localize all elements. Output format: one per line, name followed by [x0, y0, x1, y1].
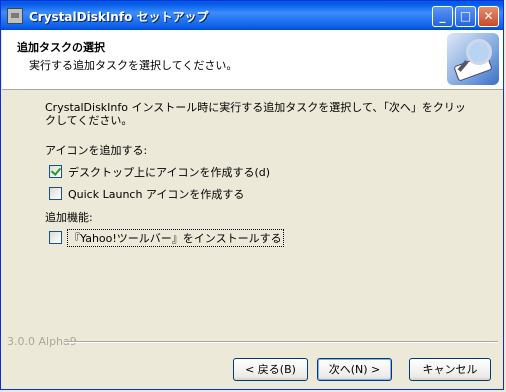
setup-window: CrystalDiskInfo セットアップ _ □ ✕ 追加タスクの選択 実行… [0, 0, 504, 390]
group-label-extras: 追加機能: [45, 211, 93, 224]
app-icon [7, 8, 23, 24]
magnifier-icon [466, 39, 492, 65]
page-subtitle: 実行する追加タスクを選択してください。 [29, 59, 238, 72]
close-button[interactable]: ✕ [478, 6, 499, 27]
task-label[interactable]: デスクトップ上にアイコンを作成する(d) [67, 164, 271, 180]
task-quick-launch[interactable]: Quick Launch アイコンを作成する [49, 186, 245, 201]
crystaldiskinfo-logo-icon [447, 33, 499, 85]
back-button[interactable]: < 戻る(B) [233, 358, 308, 381]
page-title: 追加タスクの選択 [17, 41, 105, 54]
checkbox-desktop-icon[interactable] [49, 165, 62, 178]
wizard-header: 追加タスクの選択 実行する追加タスクを選択してください。 [2, 30, 503, 90]
minimize-button[interactable]: _ [432, 6, 453, 27]
group-label-icons: アイコンを追加する: [45, 144, 148, 157]
cancel-button[interactable]: キャンセル [409, 358, 491, 381]
window-title: CrystalDiskInfo セットアップ [29, 10, 209, 24]
checkbox-quick-launch[interactable] [49, 187, 62, 200]
maximize-button[interactable]: □ [455, 6, 476, 27]
task-yahoo-toolbar[interactable]: 『Yahoo!ツールバー』をインストールする [49, 228, 284, 247]
task-label[interactable]: 『Yahoo!ツールバー』をインストールする [67, 228, 284, 247]
next-button[interactable]: 次へ(N) > [317, 358, 392, 381]
footer-divider [64, 341, 498, 343]
intro-text: CrystalDiskInfo インストール時に実行する追加タスクを選択して、「… [45, 101, 466, 127]
title-bar[interactable]: CrystalDiskInfo セットアップ _ □ ✕ [1, 1, 503, 30]
task-label[interactable]: Quick Launch アイコンを作成する [67, 186, 245, 202]
task-desktop-icon[interactable]: デスクトップ上にアイコンを作成する(d) [49, 164, 271, 179]
checkbox-yahoo-toolbar[interactable] [49, 231, 62, 244]
